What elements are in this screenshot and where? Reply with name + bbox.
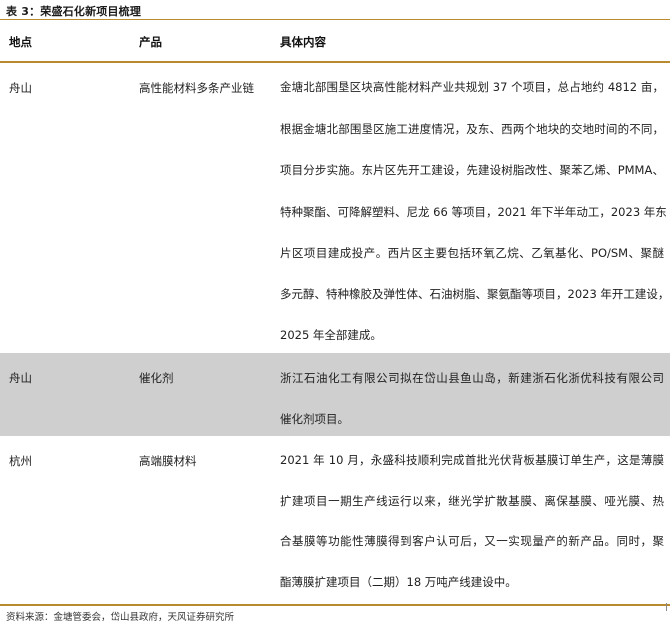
- details-line: 2025 年全部建成。: [280, 328, 382, 342]
- row-product: 催化剂: [139, 371, 174, 385]
- column-header-location: 地点: [9, 35, 32, 49]
- details-line: 多元醇、特种橡胶及弹性体、石油树脂、聚氨酯等项目，2023 年开工建设，: [280, 287, 670, 301]
- details-line: 根据金塘北部围垦区施工进度情况，及东、西两个地块的交地时间的不同，: [280, 122, 664, 136]
- column-header-product: 产品: [139, 35, 162, 49]
- details-line: 特种聚酯、可降解塑料、尼龙 66 等项目，2021 年下半年动工，2023 年东: [280, 205, 667, 219]
- details-line: 片区项目建成投产。西片区主要包括环氧乙烷、乙氧基化、PO/SM、聚醚: [280, 246, 664, 260]
- details-line: 酯薄膜扩建项目（二期）18 万吨产线建设中。: [280, 575, 517, 589]
- table-row: 杭州 高端膜材料 2021 年 10 月，永盛科技顺利完成首批光伏背板基膜订单生…: [0, 436, 670, 604]
- bottom-rule: [0, 604, 670, 606]
- edge-divider: [666, 603, 667, 611]
- details-line: 浙江石油化工有限公司拟在岱山县鱼山岛，新建浙石化浙优科技有限公司: [280, 371, 664, 385]
- row-location: 舟山: [9, 371, 32, 385]
- table-caption: 表 3：荣盛石化新项目梳理: [6, 5, 142, 18]
- row-location: 舟山: [9, 81, 32, 95]
- details-line: 2021 年 10 月，永盛科技顺利完成首批光伏背板基膜订单生产，这是薄膜: [280, 453, 664, 467]
- details-line: 合基膜等功能性薄膜得到客户认可后，又一实现量产的新产品。同时，聚: [280, 534, 664, 548]
- details-line: 催化剂项目。: [280, 412, 349, 426]
- column-header-details: 具体内容: [280, 35, 326, 49]
- details-line: 项目分步实施。东片区先开工建设，先建设树脂改性、聚苯乙烯、PMMA、: [280, 163, 664, 177]
- row-location: 杭州: [9, 454, 32, 468]
- table-row: 舟山 催化剂 浙江石油化工有限公司拟在岱山县鱼山岛，新建浙石化浙优科技有限公司 …: [0, 353, 670, 436]
- details-line: 金塘北部围垦区块高性能材料产业共规划 37 个项目，总占地约 4812 亩，: [280, 80, 664, 94]
- row-product: 高性能材料多条产业链: [139, 81, 254, 95]
- table-row: 舟山 高性能材料多条产业链 金塘北部围垦区块高性能材料产业共规划 37 个项目，…: [0, 63, 670, 353]
- table-header: 地点 产品 具体内容: [0, 20, 670, 61]
- source-footnote: 资料来源：金塘管委会，岱山县政府，天风证券研究所: [6, 612, 235, 623]
- details-line: 扩建项目一期生产线运行以来，继光学扩散基膜、离保基膜、哑光膜、热: [280, 494, 664, 508]
- row-product: 高端膜材料: [139, 454, 197, 468]
